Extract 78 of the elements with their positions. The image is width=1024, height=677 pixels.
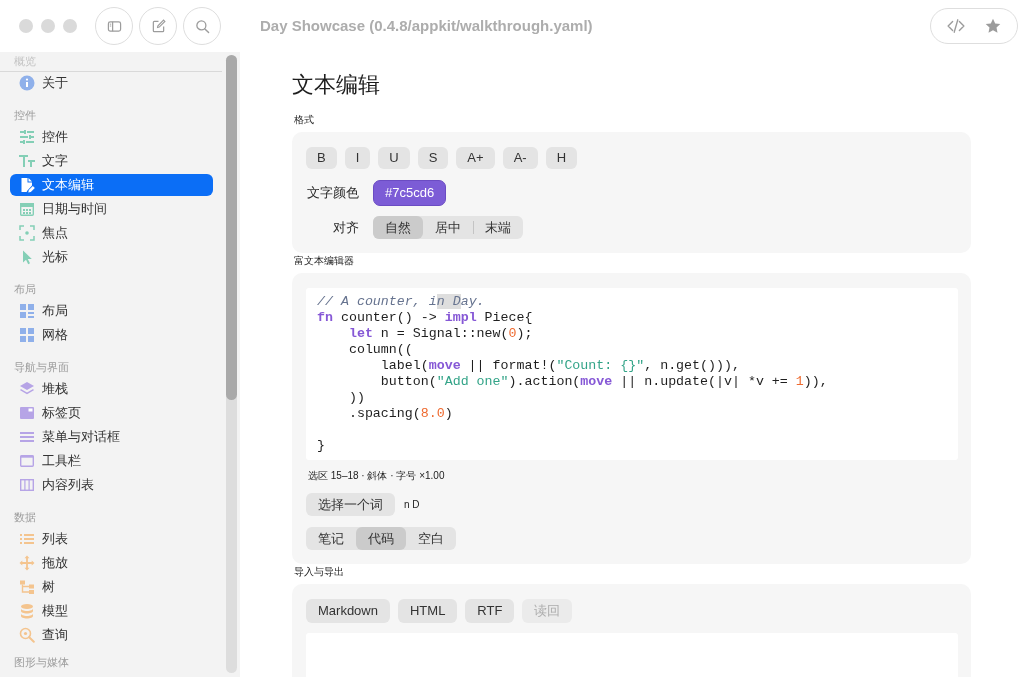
- sidebar-item[interactable]: 工具栏: [10, 450, 213, 472]
- sidebar-item[interactable]: 焦点: [10, 222, 213, 244]
- code-icon: [947, 17, 965, 35]
- sidebar-section-header: 布局: [13, 282, 37, 297]
- sidebar-section-header: 控件: [13, 108, 37, 123]
- sidebar-item[interactable]: 拖放: [10, 552, 213, 574]
- sidebar-item[interactable]: 文字: [10, 150, 213, 172]
- sidebar-item[interactable]: 网格: [10, 324, 213, 346]
- segment-button[interactable]: 代码: [356, 527, 406, 550]
- sidebar-section-header: 数据: [13, 510, 37, 525]
- format-button[interactable]: S: [417, 147, 449, 169]
- sidebar-item[interactable]: 列表: [10, 528, 213, 550]
- window-control-button[interactable]: [41, 19, 55, 33]
- grid-icon: [19, 327, 35, 343]
- search-icon: [194, 18, 210, 34]
- segment-button[interactable]: 居中: [423, 216, 473, 239]
- format-button[interactable]: U: [378, 147, 410, 169]
- compose-icon: [150, 18, 166, 34]
- export-button[interactable]: Markdown: [306, 599, 390, 623]
- window-title: Day Showcase (0.4.8/appkit/walkthrough.yaml): [260, 15, 593, 36]
- sidebar-item[interactable]: 内容列表: [10, 474, 213, 496]
- format-button[interactable]: A-: [502, 147, 538, 169]
- segment-button[interactable]: 自然: [373, 216, 423, 239]
- sidebar-item[interactable]: 关于: [10, 72, 213, 94]
- sidebar-item[interactable]: 日期与时间: [10, 198, 213, 220]
- sidebar-toggle-button[interactable]: [95, 7, 133, 45]
- sidebar-section-header: 图形与媒体: [13, 655, 70, 670]
- selection-status-text: 选区 15–18 · 斜体 · 字号 ×1.00: [308, 469, 446, 483]
- menu-icon: [19, 429, 35, 445]
- sidebar-item[interactable]: 文本编辑: [10, 174, 213, 196]
- field-label: 文字颜色: [306, 184, 359, 203]
- format-button[interactable]: I: [344, 147, 371, 169]
- segment-button[interactable]: 笔记: [306, 527, 356, 550]
- compose-button[interactable]: [139, 7, 177, 45]
- field-label: 对齐: [332, 218, 359, 237]
- star-icon: [985, 18, 1001, 34]
- segment-button[interactable]: 空白: [406, 527, 456, 550]
- export-button[interactable]: RTF: [465, 599, 515, 623]
- segment-button[interactable]: 末端: [473, 216, 523, 239]
- database-icon: [19, 603, 35, 619]
- export-button[interactable]: HTML: [397, 599, 458, 623]
- selected-text: n D: [404, 498, 420, 512]
- select-word-button[interactable]: 选择一个词: [306, 493, 395, 516]
- sidebar-item[interactable]: 树: [10, 576, 213, 598]
- sidebar-icon: [106, 18, 122, 34]
- sidebar-item[interactable]: 标签页: [10, 402, 213, 424]
- sidebar-section-header: 导航与界面: [13, 360, 70, 375]
- sidebar-item[interactable]: 光标: [10, 246, 213, 268]
- color-button[interactable]: #7c5cd6: [373, 180, 447, 206]
- section-label: 导入与导出: [294, 565, 345, 579]
- sidebar-item[interactable]: 堆栈: [10, 378, 213, 400]
- tab-icon: [19, 405, 35, 421]
- code-editor[interactable]: // A counter, in Day. fn counter() -> impl Piece{ let n = Signal::new(0); column(( label(move || format!("Count: {}", n.get())), button("Add one").action(move || n.update(|v| *v += 1)), )) .spacing(8.0) }: [306, 288, 958, 460]
- window-icon: [19, 453, 35, 469]
- section-label: 富文本编辑器: [294, 254, 355, 268]
- move-arrows-icon: [19, 555, 35, 571]
- scrollbar-thumb[interactable]: [226, 55, 237, 400]
- text-size-icon: [19, 153, 35, 169]
- focus-icon: [19, 225, 35, 241]
- sidebar-item[interactable]: 布局: [10, 300, 213, 322]
- format-button[interactable]: B: [306, 147, 337, 169]
- columns-icon: [19, 477, 35, 493]
- page-title: 文本编辑: [292, 71, 381, 99]
- tree-icon: [19, 579, 35, 595]
- format-button[interactable]: A+: [456, 147, 495, 169]
- sidebar-item[interactable]: 控件: [10, 126, 213, 148]
- sidebar-item[interactable]: 查询: [10, 624, 213, 646]
- window-control-button[interactable]: [19, 19, 33, 33]
- window-control-button[interactable]: [63, 19, 77, 33]
- sidebar-item[interactable]: 菜单与对话框: [10, 426, 213, 448]
- section-label: 格式: [294, 113, 315, 127]
- document-pencil-icon: [19, 177, 35, 193]
- search-icon: [19, 627, 35, 643]
- export-button: 读回: [522, 599, 573, 623]
- format-button[interactable]: H: [545, 147, 577, 169]
- sidebar-item[interactable]: 模型: [10, 600, 213, 622]
- search-button[interactable]: [183, 7, 221, 45]
- calendar-icon: [19, 201, 35, 217]
